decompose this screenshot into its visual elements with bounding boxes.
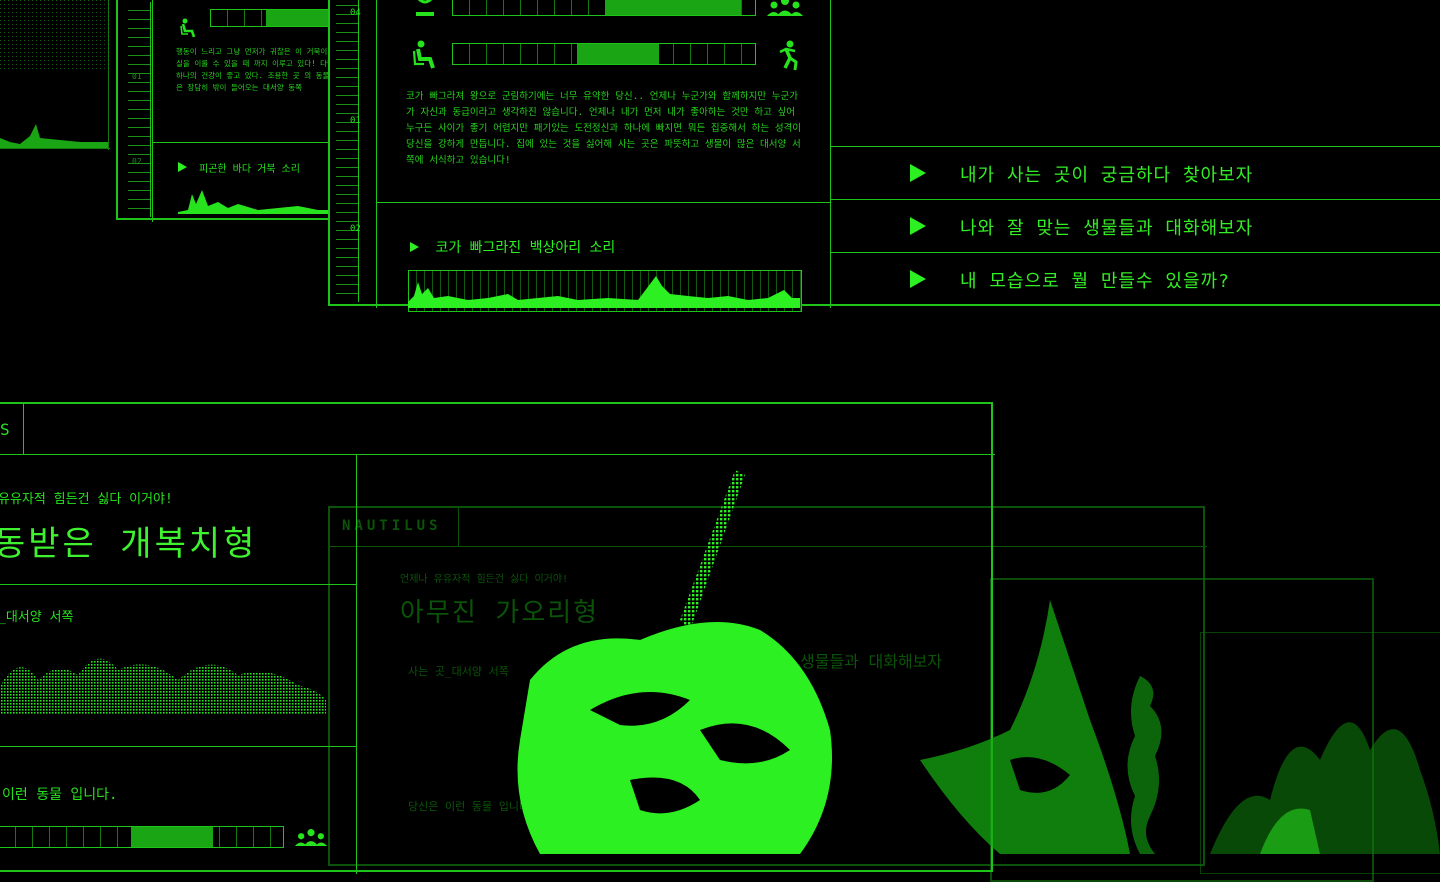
- bar-fill: [577, 44, 659, 64]
- top-ruler: [336, 0, 359, 302]
- far-left-panel: [0, 0, 112, 150]
- top-description: 코가 빠그라져 왕으로 군림하기에는 너무 유약한 당신.. 언제나 누군가와 …: [406, 91, 802, 166]
- group-icon: [294, 829, 328, 847]
- play-icon[interactable]: [410, 242, 419, 252]
- left-ruler: [128, 2, 151, 217]
- person-sitting-icon: [180, 18, 196, 38]
- bar-fill: [131, 827, 213, 847]
- left-top-panel: 01 02 행동이 느리고 그냥 먼저가 귀찮은 이 거북이 실을 이룰 수 있…: [116, 0, 352, 222]
- ruler-label: 04: [350, 8, 361, 18]
- top-progress-bar-1: [452, 0, 756, 16]
- menu-label: 내 모습으로 뭘 만들수 있을까?: [960, 271, 1230, 292]
- ruler-label: 01: [132, 72, 142, 81]
- narwhal-image: [517, 470, 832, 854]
- top-progress-bar-2: [452, 43, 756, 65]
- play-icon[interactable]: [910, 217, 926, 235]
- menu-label: 내가 사는 곳이 궁금하다 찾아보자: [960, 165, 1254, 186]
- person-sitting-icon: [412, 40, 435, 69]
- play-icon[interactable]: [910, 270, 926, 288]
- menu-item-talk-creatures[interactable]: 나와 잘 맞는 생물들과 대화해보자: [830, 199, 1440, 252]
- bottom-subtitle: 유유자적 힘든건 싫다 이거야!: [0, 492, 173, 507]
- person-jumping-icon: [779, 40, 798, 71]
- menu-label: 나와 잘 맞는 생물들과 대화해보자: [960, 218, 1254, 239]
- manta-ray-image: [920, 600, 1130, 854]
- group-icon: [767, 0, 803, 16]
- sound-label: 코가 빠그라진 백상아리 소리: [435, 240, 616, 256]
- bottom-habitat: _대서양 서쪽: [0, 610, 74, 625]
- play-icon[interactable]: [910, 164, 926, 182]
- left-waveform: [178, 190, 348, 214]
- ruler-label: 02: [350, 224, 361, 234]
- left-description: 행동이 느리고 그냥 먼저가 귀찮은 이 거북이 실을 이룰 수 있을 때 까지…: [176, 47, 334, 92]
- seahorse-image: [1127, 676, 1162, 854]
- left-sound-label: 피곤한 바다 거북 소리: [199, 164, 300, 175]
- bottom-progress-bar: [0, 826, 284, 848]
- reef-image: [0, 658, 326, 715]
- sound-waveform: [408, 276, 800, 308]
- play-icon[interactable]: [178, 162, 187, 172]
- ruler-label: 01: [350, 116, 361, 126]
- menu-item-make-something[interactable]: 내 모습으로 뭘 만들수 있을까?: [830, 252, 1440, 304]
- bar-fill: [605, 0, 741, 15]
- left-sound-label-row[interactable]: 피곤한 바다 거북 소리: [178, 160, 300, 175]
- bottom-panel: S 유유자적 힘든건 싫다 이거야! 동받은 개복치형 _대서양 서쪽 이런 동…: [0, 402, 995, 874]
- bottom-caption: 이런 동물 입니다.: [2, 787, 118, 803]
- sound-row[interactable]: 코가 빠그라진 백상아리 소리: [410, 237, 615, 257]
- ruler-label: 02: [132, 157, 142, 166]
- bottom-title: 동받은 개복치형: [0, 524, 258, 564]
- menu-item-find-habitat[interactable]: 내가 사는 곳이 궁금하다 찾아보자: [830, 146, 1440, 199]
- coral-image: [1210, 722, 1440, 854]
- person-icon: [416, 0, 434, 16]
- tab-label: S: [0, 420, 10, 439]
